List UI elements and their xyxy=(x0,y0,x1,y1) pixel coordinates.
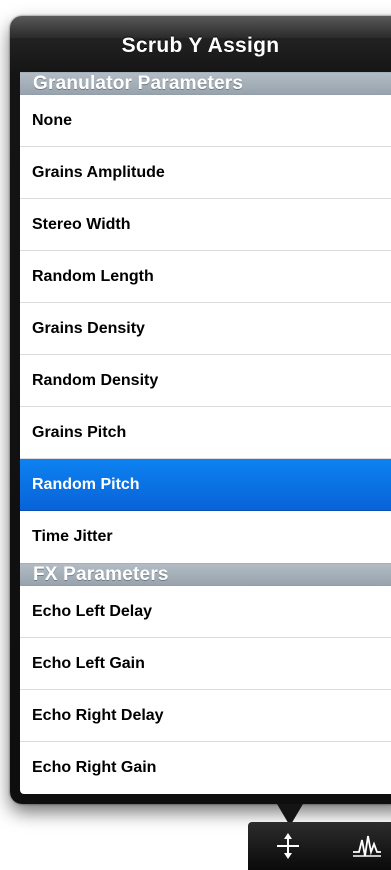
waveform-icon xyxy=(353,835,381,857)
list-item-echo-right-delay[interactable]: Echo Right Delay xyxy=(20,690,391,742)
list-item-random-density[interactable]: Random Density xyxy=(20,355,391,407)
bottom-toolbar xyxy=(248,822,391,870)
waveform-button[interactable] xyxy=(338,822,390,870)
list-item-time-jitter[interactable]: Time Jitter xyxy=(20,511,391,563)
list-item-echo-left-delay[interactable]: Echo Left Delay xyxy=(20,586,391,638)
list-item-echo-right-gain[interactable]: Echo Right Gain xyxy=(20,742,391,794)
list-item-random-length[interactable]: Random Length xyxy=(20,251,391,303)
list-item-stereo-width[interactable]: Stereo Width xyxy=(20,199,391,251)
list-item-grains-density[interactable]: Grains Density xyxy=(20,303,391,355)
popover-title: Scrub Y Assign xyxy=(121,34,280,57)
parameter-list[interactable]: Granulator Parameters None Grains Amplit… xyxy=(20,72,391,794)
list-item-grains-amplitude[interactable]: Grains Amplitude xyxy=(20,147,391,199)
vertical-scrub-icon xyxy=(277,833,299,859)
list-item-grains-pitch[interactable]: Grains Pitch xyxy=(20,407,391,459)
vertical-scrub-button[interactable] xyxy=(262,822,314,870)
list-item-echo-left-gain[interactable]: Echo Left Gain xyxy=(20,638,391,690)
list-item-none[interactable]: None xyxy=(20,95,391,147)
section-header-fx: FX Parameters xyxy=(20,563,391,586)
list-item-random-pitch[interactable]: Random Pitch xyxy=(20,459,391,511)
section-header-granulator: Granulator Parameters xyxy=(20,72,391,95)
